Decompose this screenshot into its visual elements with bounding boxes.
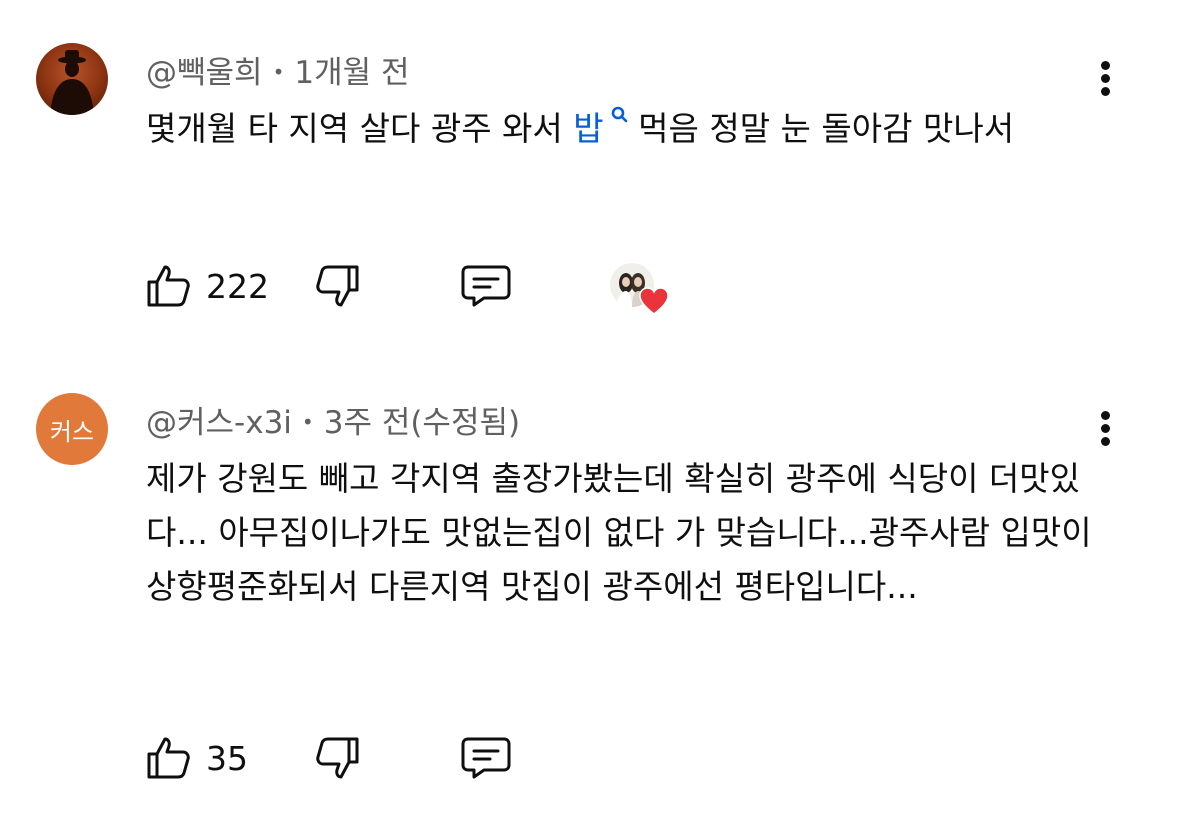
thumbs-down-icon [316,265,359,307]
comment-text-part: 먹음 정말 눈 돌아감 맛나서 [627,109,1015,148]
search-icon [611,106,627,123]
creator-heart[interactable] [610,263,674,327]
comment-text: 몇개월 타 지역 살다 광주 와서 밥 먹음 정말 눈 돌아감 맛나서 [146,102,1096,156]
kebab-dot [1101,87,1110,96]
author-name[interactable]: @빽울희 [146,55,263,91]
reply-button[interactable] [460,735,512,781]
comment-actions: 35 [146,735,526,783]
comment-text-part: 몇개월 타 지역 살다 광주 와서 [146,109,574,148]
comment-actions: 222 [146,263,706,315]
author-name[interactable]: @커스-x3i [146,405,292,441]
comment-time[interactable]: 1개월 전 [294,55,409,91]
like-button[interactable] [146,735,192,781]
like-button[interactable] [146,263,192,309]
dislike-button[interactable] [314,735,360,781]
like-count: 35 [206,739,248,778]
avatar[interactable]: 커스 [36,393,108,465]
avatar[interactable] [36,43,108,115]
thumbs-up-icon [147,737,190,779]
reply-button[interactable] [460,263,512,309]
more-options-button[interactable] [1094,57,1118,101]
comment-meta: @커스-x3i • 3주 전(수정됨) [146,397,520,442]
comment-meta: @빽울희 • 1개월 전 [146,47,410,92]
comment-time[interactable]: 3주 전(수정됨) [324,405,520,441]
like-count: 222 [206,267,269,306]
kebab-dot [1101,61,1110,70]
kebab-dot [1101,411,1110,420]
meta-separator: • [301,410,314,434]
thumbs-down-icon [316,737,359,779]
meta-separator: • [272,60,285,84]
user-silhouette-icon [50,50,94,115]
more-options-button[interactable] [1094,407,1118,451]
search-link[interactable]: 밥 [573,106,627,148]
heart-icon [639,287,669,315]
comment-text: 제가 강원도 빼고 각지역 출장가봤는데 확실히 광주에 식당이 더맛있다...… [146,459,1092,606]
reply-icon [461,737,511,779]
kebab-dot [1101,74,1110,83]
avatar-letter: 커스 [49,417,95,446]
dislike-button[interactable] [314,263,360,309]
reply-icon [461,265,511,307]
kebab-dot [1101,424,1110,433]
kebab-dot [1101,437,1110,446]
thumbs-up-icon [147,265,190,307]
search-link-label: 밥 [573,109,604,148]
